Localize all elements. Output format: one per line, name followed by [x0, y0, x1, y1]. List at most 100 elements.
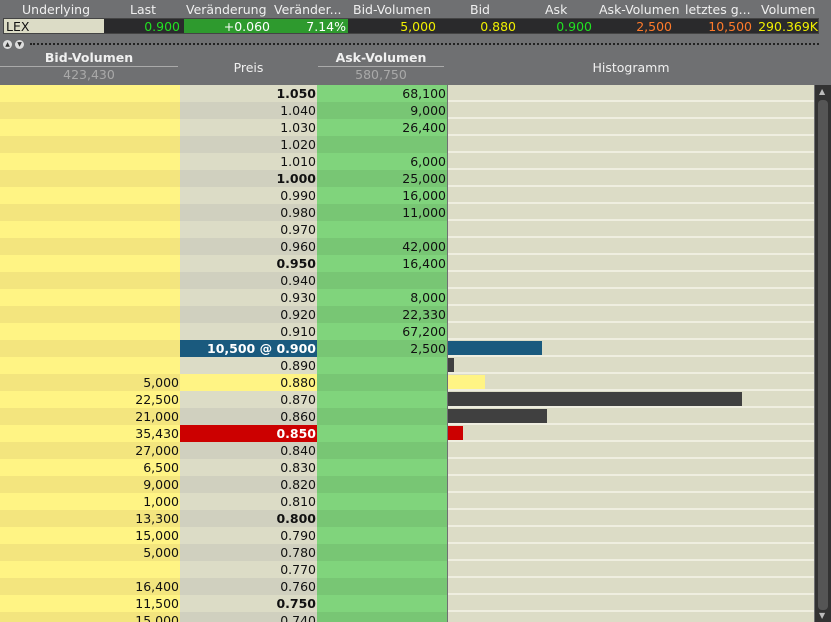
ask-volume-header[interactable]: Ask-Volumen 580,750 [318, 50, 444, 85]
order-book-row[interactable]: 22,500 0.870 [0, 391, 815, 408]
order-book-row[interactable]: 6,500 0.830 [0, 459, 815, 476]
order-book-row[interactable]: 0.960 42,000 [0, 238, 815, 255]
col-last-trade[interactable]: letztes g... [685, 2, 751, 17]
order-book-row[interactable]: 0.770 [0, 561, 815, 578]
scroll-thumb[interactable] [818, 100, 828, 610]
histogram-cell [448, 476, 814, 493]
ask-volume-cell [317, 595, 447, 612]
histogram-cell [448, 204, 814, 221]
histogram-cell [448, 459, 814, 476]
ask-volume-cell [317, 357, 447, 374]
order-book-row[interactable]: 0.950 16,400 [0, 255, 815, 272]
order-book-row[interactable]: 15,000 0.790 [0, 527, 815, 544]
bid-volume-header[interactable]: Bid-Volumen 423,430 [0, 50, 178, 85]
histogram-cell [448, 357, 814, 374]
histogram-cell [448, 510, 814, 527]
histogram-header[interactable]: Histogramm [448, 50, 814, 85]
order-book-row[interactable]: 0.910 67,200 [0, 323, 815, 340]
ask-volume-cell: 16,000 [317, 187, 447, 204]
col-last[interactable]: Last [130, 2, 156, 17]
order-book-row[interactable]: 1.050 68,100 [0, 85, 815, 102]
quote-row[interactable]: LEX 0.900 +0.060 7.14% 5,000 0.880 0.900… [3, 18, 819, 34]
bid-header-label: Bid-Volumen [0, 50, 178, 67]
col-bid[interactable]: Bid [470, 2, 490, 17]
order-book-row[interactable]: 10,500 @ 0.900 2,500 [0, 340, 815, 357]
order-book-row[interactable]: 1.040 9,000 [0, 102, 815, 119]
order-book-row[interactable]: 9,000 0.820 [0, 476, 815, 493]
col-change[interactable]: Veränderung [186, 2, 267, 17]
order-book-row[interactable]: 13,300 0.800 [0, 510, 815, 527]
histogram-bar [448, 341, 543, 355]
bid-volume-cell: 9,000 [0, 476, 180, 493]
order-book-row[interactable]: 0.920 22,330 [0, 306, 815, 323]
price-cell: 0.750 [180, 595, 317, 612]
last-value: 0.900 [144, 19, 180, 34]
order-book-row[interactable]: 1.010 6,000 [0, 153, 815, 170]
histogram-cell [448, 136, 814, 153]
scrollbar[interactable]: ▲ ▼ [815, 85, 831, 622]
ask-volume-cell: 8,000 [317, 289, 447, 306]
col-change-pct[interactable]: Veränder... [274, 2, 342, 17]
ask-volume-cell [317, 561, 447, 578]
price-cell: 0.920 [180, 306, 317, 323]
price-cell: 0.910 [180, 323, 317, 340]
order-book-row[interactable]: 0.890 [0, 357, 815, 374]
price-cell: 10,500 @ 0.900 [180, 340, 317, 357]
price-cell: 1.000 [180, 170, 317, 187]
price-cell: 1.050 [180, 85, 317, 102]
change-pct-value: 7.14% [274, 19, 348, 34]
histogram-cell [448, 493, 814, 510]
ask-volume-cell [317, 476, 447, 493]
price-cell: 0.840 [180, 442, 317, 459]
order-book-row[interactable]: 15,000 0.740 [0, 612, 815, 622]
price-cell: 0.780 [180, 544, 317, 561]
order-book-row[interactable]: 35,430 0.850 [0, 425, 815, 442]
price-cell: 0.960 [180, 238, 317, 255]
col-volume[interactable]: Volumen [761, 2, 815, 17]
histogram-cell [448, 544, 814, 561]
histogram-cell [448, 170, 814, 187]
histogram-cell [448, 612, 814, 622]
bid-volume-cell: 35,430 [0, 425, 180, 442]
collapse-down-icon[interactable]: ▼ [15, 40, 24, 49]
price-header[interactable]: Preis [180, 50, 317, 85]
histogram-cell [448, 272, 814, 289]
order-book-row[interactable]: 16,400 0.760 [0, 578, 815, 595]
bid-volume-cell: 5,000 [0, 544, 180, 561]
price-cell: 0.820 [180, 476, 317, 493]
col-underlying[interactable]: Underlying [22, 2, 90, 17]
order-book-row[interactable]: 0.970 [0, 221, 815, 238]
order-book-row[interactable]: 27,000 0.840 [0, 442, 815, 459]
order-book-row[interactable]: 21,000 0.860 [0, 408, 815, 425]
order-book-row[interactable]: 1,000 0.810 [0, 493, 815, 510]
bid-volume-cell [0, 187, 180, 204]
ask-volume-cell: 6,000 [317, 153, 447, 170]
bid-volume-cell: 15,000 [0, 527, 180, 544]
ask-volume-cell [317, 391, 447, 408]
order-book-row[interactable]: 0.980 11,000 [0, 204, 815, 221]
order-book-row[interactable]: 11,500 0.750 [0, 595, 815, 612]
ask-volume-value: 2,500 [636, 19, 672, 34]
order-book-row[interactable]: 0.990 16,000 [0, 187, 815, 204]
order-book-row[interactable]: 5,000 0.880 [0, 374, 815, 391]
order-book-row[interactable]: 0.930 8,000 [0, 289, 815, 306]
collapse-up-icon[interactable]: ▲ [3, 40, 12, 49]
order-book-row[interactable]: 1.000 25,000 [0, 170, 815, 187]
price-cell: 0.850 [180, 425, 317, 442]
scroll-down-icon[interactable]: ▼ [819, 611, 825, 620]
order-book-row[interactable]: 1.020 [0, 136, 815, 153]
order-book-row[interactable]: 5,000 0.780 [0, 544, 815, 561]
splitter[interactable] [0, 38, 831, 48]
bid-volume-cell [0, 153, 180, 170]
order-book-row[interactable]: 1.030 26,400 [0, 119, 815, 136]
bid-volume-cell: 16,400 [0, 578, 180, 595]
price-cell: 0.940 [180, 272, 317, 289]
col-ask-volume[interactable]: Ask-Volumen [599, 2, 680, 17]
scroll-up-icon[interactable]: ▲ [819, 87, 825, 96]
bid-volume-cell [0, 323, 180, 340]
col-bid-volume[interactable]: Bid-Volumen [353, 2, 431, 17]
bid-volume-cell [0, 289, 180, 306]
col-ask[interactable]: Ask [545, 2, 567, 17]
order-book-row[interactable]: 0.940 [0, 272, 815, 289]
ask-volume-cell [317, 408, 447, 425]
